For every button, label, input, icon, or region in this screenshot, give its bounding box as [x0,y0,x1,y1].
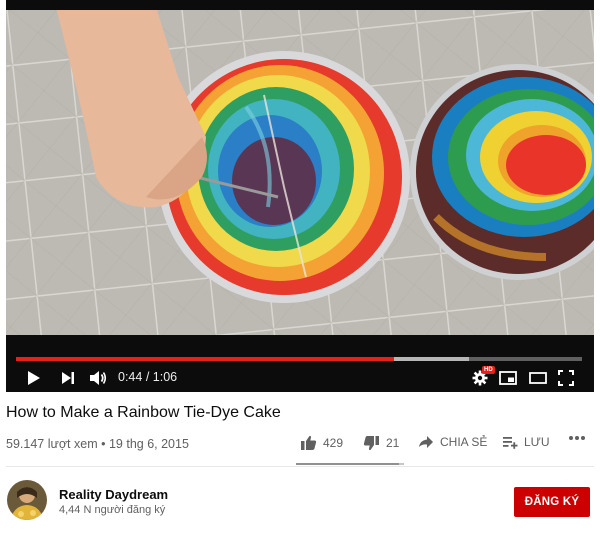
dislike-count: 21 [386,436,400,450]
meta-separator: • [101,437,106,451]
progress-buffered [393,357,469,361]
avatar-image [7,480,47,520]
miniplayer-icon [499,371,517,385]
theater-icon [529,372,547,384]
share-button[interactable]: CHIA SẺ [418,435,487,449]
volume-button[interactable] [88,368,108,388]
progress-bar[interactable] [16,357,582,361]
play-icon [28,371,40,385]
play-button[interactable] [24,368,44,388]
next-icon [62,372,74,384]
more-icon [568,435,586,441]
thumbs-down-icon [363,435,380,451]
video-title: How to Make a Rainbow Tie-Dye Cake [6,404,281,421]
video-player[interactable]: 0:44 / 1:06 HD [6,0,594,392]
upload-date: 19 thg 6, 2015 [108,437,189,451]
miniplayer-button[interactable] [498,368,518,388]
progress-played [16,357,394,361]
dislike-button[interactable]: 21 [363,435,399,451]
fullscreen-icon [558,370,574,386]
current-time: 0:44 [118,370,143,384]
like-button[interactable]: 429 [300,435,343,451]
more-actions-button[interactable] [568,435,592,441]
channel-avatar[interactable] [7,480,47,520]
like-ratio-bar [296,463,404,465]
save-label: LƯU [524,435,550,449]
subscribe-button[interactable]: ĐĂNG KÝ [514,487,590,517]
theater-button[interactable] [528,368,548,388]
thumbs-up-icon [300,435,317,451]
add-to-playlist-icon [502,435,518,449]
player-controls: 0:44 / 1:06 HD [6,335,594,392]
view-count: 59.147 lượt xem [6,437,98,451]
volume-icon [90,371,107,385]
video-frame[interactable] [6,7,594,335]
time-display: 0:44 / 1:06 [118,370,177,384]
subscriber-count: 4,44 N người đăng ký [59,504,166,516]
next-button[interactable] [58,368,78,388]
save-button[interactable]: LƯU [502,435,550,449]
fullscreen-button[interactable] [556,368,576,388]
settings-button[interactable]: HD [470,366,495,388]
divider [6,466,594,467]
time-separator: / [145,370,153,384]
video-meta-row: 59.147 lượt xem • 19 thg 6, 2015 429 21 … [6,435,594,457]
hd-badge: HD [482,366,495,374]
like-count: 429 [323,436,344,450]
like-ratio-fill [296,463,399,465]
share-icon [418,435,434,449]
duration: 1:06 [152,370,178,384]
video-thumbnail-scene [6,7,594,335]
view-count-and-date: 59.147 lượt xem • 19 thg 6, 2015 [6,437,189,451]
channel-name[interactable]: Reality Daydream [59,487,168,502]
share-label: CHIA SẺ [440,435,488,449]
